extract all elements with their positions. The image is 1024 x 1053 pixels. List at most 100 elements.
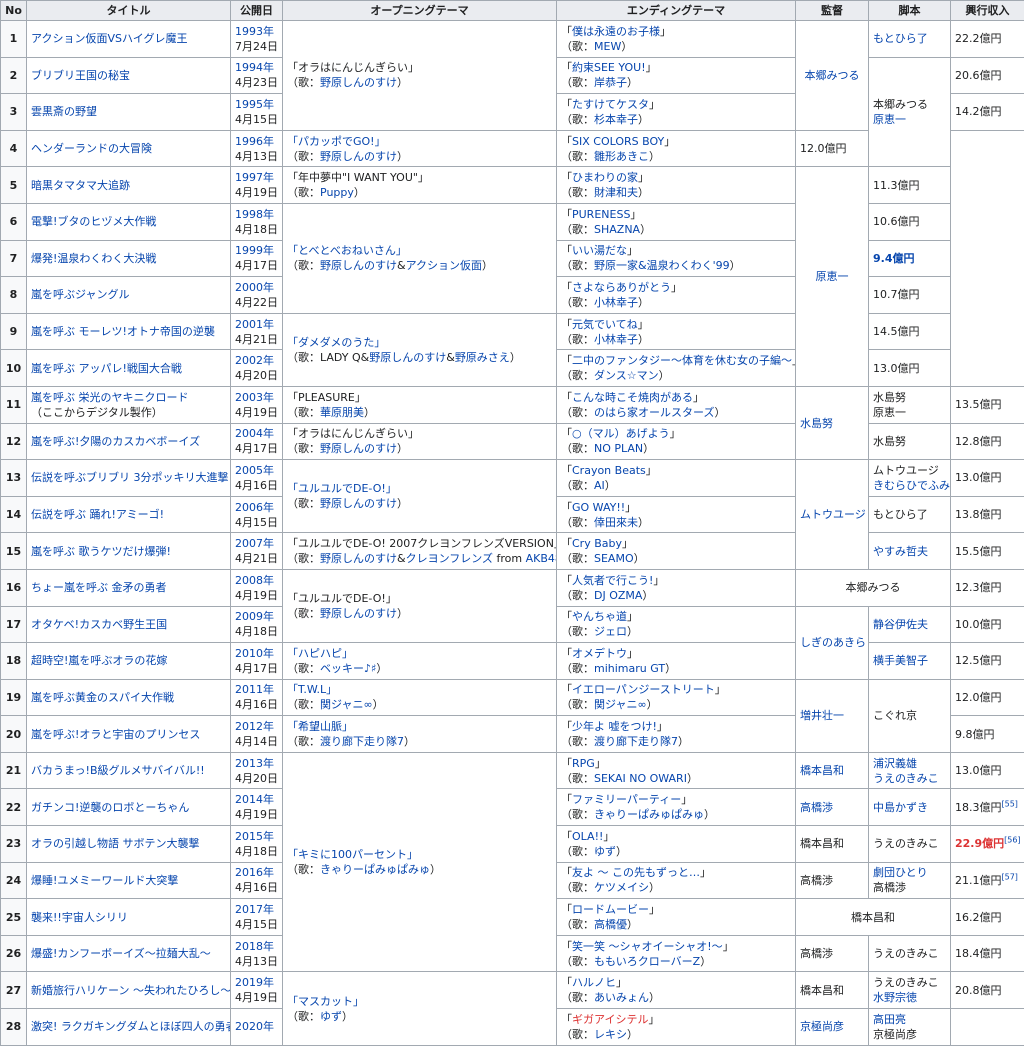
col-no[interactable]: No [0, 0, 27, 21]
link[interactable]: しぎのあきら [800, 636, 866, 649]
link[interactable]: 僕は永遠のお子様 [572, 25, 660, 38]
link[interactable]: SHAZNA [594, 223, 640, 236]
link[interactable]: 嵐を呼ぶ!オラと宇宙のプリンセス [31, 728, 200, 741]
link[interactable]: 嵐を呼ぶ 栄光のヤキニクロード [31, 391, 189, 404]
link[interactable]: きゃりーぱみゅぱみゅ [320, 863, 430, 876]
link[interactable]: ハルノヒ [572, 976, 616, 989]
link[interactable]: ヘンダーランドの大冒険 [31, 142, 152, 155]
link[interactable]: 襲来!!宇宙人シリリ [31, 911, 128, 924]
link[interactable]: オラの引越し物語 サボテン大襲撃 [31, 837, 200, 850]
link[interactable]: アクション仮面VSハイグレ魔王 [31, 32, 188, 45]
link[interactable]: 1993年 [235, 25, 274, 38]
link[interactable]: 2006年 [235, 501, 274, 514]
film-title[interactable]: 伝説を呼ぶブリブリ 3分ポッキリ大進撃 [26, 459, 231, 497]
link[interactable]: 原恵一 [873, 113, 906, 126]
link[interactable]: きむらひでふみ [873, 479, 950, 492]
link[interactable]: 2001年 [235, 318, 274, 331]
link[interactable]: 橋本昌和 [800, 764, 844, 777]
film-title[interactable]: 激突! ラクガキングダムとほぼ四人の勇者 [26, 1008, 231, 1046]
link[interactable]: 2015年 [235, 830, 274, 843]
link[interactable]: 少年よ 嘘をつけ! [572, 720, 657, 733]
link[interactable]: 新婚旅行ハリケーン ～失われたひろし～ [31, 984, 230, 997]
link[interactable]: のはら家オールスターズ [594, 406, 714, 419]
link[interactable]: イエローパンジーストリート [572, 683, 715, 696]
link[interactable]: 人気者で行こう! [572, 574, 653, 587]
film-title[interactable]: 雲黒斎の野望 [26, 93, 231, 131]
link[interactable]: 「キミに100パーセント」 [287, 848, 418, 861]
film-title[interactable]: 襲来!!宇宙人シリリ [26, 898, 231, 936]
link[interactable]: ひまわりの家 [572, 171, 638, 184]
film-title[interactable]: オタケベ!カスカベ野生王国 [26, 605, 231, 644]
link[interactable]: 約束SEE YOU! [572, 61, 646, 74]
link[interactable]: 浦沢義雄 [873, 757, 917, 770]
link[interactable]: 「希望山脈」 [287, 720, 353, 733]
film-title[interactable]: 超時空!嵐を呼ぶオラの花嫁 [26, 642, 231, 680]
link[interactable]: あいみょん [594, 991, 649, 1004]
film-title[interactable]: 嵐を呼ぶ アッパレ!戦国大合戦 [26, 349, 231, 387]
link[interactable]: 野原しんのすけ [320, 607, 397, 620]
link[interactable]: アクション仮面 [406, 259, 482, 272]
link[interactable]: 2010年 [235, 647, 274, 660]
film-title[interactable]: ブリブリ王国の秘宝 [26, 56, 231, 95]
link[interactable]: SIX COLORS BOY [572, 135, 664, 148]
link[interactable]: Crayon Beats [572, 464, 646, 477]
link[interactable]: 原恵一 [816, 270, 849, 283]
link[interactable]: 2012年 [235, 720, 274, 733]
link[interactable]: 関ジャニ∞ [594, 698, 647, 711]
link[interactable]: 「パカッポでGO!」 [287, 135, 386, 148]
link[interactable]: きゃりーぱみゅぱみゅ [594, 808, 704, 821]
link[interactable]: mihimaru GT [594, 662, 665, 675]
film-title[interactable]: 新婚旅行ハリケーン ～失われたひろし～ [26, 971, 231, 1010]
link[interactable]: 雲黒斎の野望 [31, 105, 97, 118]
link[interactable]: 爆発!温泉わくわく大決戦 [31, 252, 156, 265]
link[interactable]: 2019年 [235, 976, 274, 989]
link[interactable]: RPG [572, 757, 595, 770]
link[interactable]: 高橋優 [594, 918, 627, 931]
link[interactable]: 2008年 [235, 574, 274, 587]
film-title[interactable]: 爆発!温泉わくわく大決戦 [26, 239, 231, 278]
link[interactable]: 超時空!嵐を呼ぶオラの花嫁 [31, 654, 167, 667]
link[interactable]: 1996年 [235, 135, 274, 148]
film-title[interactable]: 嵐を呼ぶジャングル [26, 276, 231, 314]
link[interactable]: 二中のファンタジー～体育を休む女の子編～ [572, 354, 792, 367]
link[interactable]: MEW [594, 40, 621, 53]
link[interactable]: 2013年 [235, 757, 274, 770]
link[interactable]: ももいろクローバーZ [594, 955, 700, 968]
link[interactable]: 1999年 [235, 244, 274, 257]
film-title[interactable]: 嵐を呼ぶ 栄光のヤキニクロード （ここからデジタル製作） [26, 385, 231, 424]
film-title[interactable]: 嵐を呼ぶ!夕陽のカスカベボーイズ [26, 422, 231, 461]
link[interactable]: NO PLAN [594, 442, 643, 455]
link[interactable]: やんちゃ道 [572, 610, 627, 623]
link[interactable]: ギガアイシテル [572, 1013, 648, 1026]
link[interactable]: ジェロ [594, 625, 627, 638]
link[interactable]: 水野宗徳 [873, 991, 917, 1004]
link[interactable]: 静谷伊佐夫 [873, 618, 928, 631]
col-op[interactable]: オープニングテーマ [282, 0, 557, 21]
film-title[interactable]: 爆睡!ユメミーワールド大突撃 [26, 861, 231, 900]
link[interactable]: AI [594, 479, 605, 492]
link[interactable]: 笑一笑 ～シャオイーシャオ!～ [572, 940, 723, 953]
col-date[interactable]: 公開日 [230, 0, 283, 21]
link[interactable]: 渡り廊下走り隊7 [594, 735, 678, 748]
link[interactable]: 激突! ラクガキングダムとほぼ四人の勇者 [31, 1020, 230, 1033]
link[interactable]: AKB48 [526, 552, 556, 565]
link[interactable]: OLA!! [572, 830, 603, 843]
link[interactable]: 嵐を呼ぶ アッパレ!戦国大合戦 [31, 362, 182, 375]
link[interactable]: バカうまっ!B級グルメサバイバル!! [31, 764, 205, 777]
link[interactable]: 野原しんのすけ [320, 150, 397, 163]
link[interactable]: オメデトウ [572, 647, 627, 660]
link[interactable]: 野原しんのすけ [320, 552, 397, 565]
link[interactable]: 本郷みつる [805, 69, 860, 82]
film-title[interactable]: ガチンコ!逆襲のロボとーちゃん [26, 788, 231, 827]
link[interactable]: ちょー嵐を呼ぶ 金矛の勇者 [31, 581, 167, 594]
link[interactable]: 「とべとべおねいさん」 [287, 244, 407, 257]
link[interactable]: ゆず [594, 845, 616, 858]
link[interactable]: いい湯だな [572, 244, 627, 257]
link[interactable]: 嵐を呼ぶ 歌うケツだけ爆弾! [31, 545, 171, 558]
film-title[interactable]: 嵐を呼ぶ黄金のスパイ大作戦 [26, 678, 231, 717]
link[interactable]: ダンス☆マン [594, 369, 659, 382]
link[interactable]: 2003年 [235, 391, 274, 404]
link[interactable]: ロードムービー [572, 903, 649, 916]
film-title[interactable]: 暗黒タマタマ大追跡 [26, 166, 231, 204]
link[interactable]: SEAMO [594, 552, 634, 565]
